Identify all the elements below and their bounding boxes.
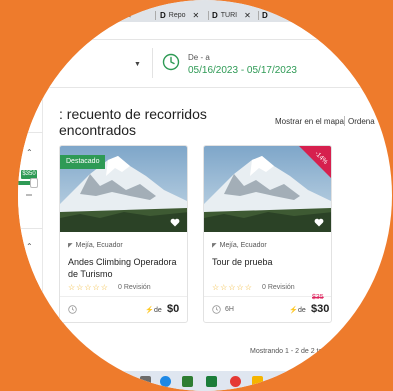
browser-tab-3[interactable]: D TURI ✕ [212,9,251,22]
show-on-map-link[interactable]: Mostrar en el mapa [275,117,344,126]
clock-icon [68,305,77,314]
store-icon[interactable] [182,376,193,387]
tour-title[interactable]: Tour de prueba [212,256,330,268]
sort-link[interactable]: Ordena [348,117,375,126]
results-heading: : recuento de recorridos encontrados [59,106,207,138]
price-prefix: de [298,307,306,314]
chevron-up-icon[interactable]: ⌃ [26,148,33,157]
close-icon[interactable]: ✕ [193,11,200,20]
divider [344,116,345,126]
star-rating: ☆☆☆☆☆ [212,283,253,292]
browser-tab-1[interactable]: ✕ [118,9,132,22]
close-icon[interactable]: ✕ [244,11,251,20]
map-pin-icon: ◤ [212,243,217,249]
pagination-summary: Mostrando 1 - 2 de 2 tours [250,348,333,355]
tour-location: ◤ Mejía, Ecuador [68,242,123,249]
clock-icon[interactable] [162,53,180,71]
browser-tab-strip: ✕ D Repo ✕ D TURI ✕ D [18,0,392,22]
browser-tab-4[interactable]: D [262,9,271,22]
os-taskbar [18,371,392,391]
featured-badge: Destacado [60,155,106,169]
tour-card[interactable]: -14% ◤ Mejía, Ecuador Tour de prueba ☆☆☆… [203,145,332,323]
date-range-value[interactable]: 05/16/2023 - 05/17/2023 [188,65,297,76]
file-explorer-icon[interactable] [140,376,151,387]
filter-sidebar: ⌃ $350 ⌃ [18,88,43,391]
tab-favicon-icon: D [212,11,218,20]
chevron-up-icon[interactable]: ⌃ [26,242,33,251]
tour-title[interactable]: Andes Climbing Operadora de Turismo [68,256,186,280]
chrome-icon[interactable] [230,376,241,387]
price-slider-handle[interactable] [30,178,38,188]
circular-viewport: ✕ D Repo ✕ D TURI ✕ D a=11 ▼ De - a 05/1… [18,0,392,391]
heart-icon[interactable] [314,218,324,227]
original-price: $35 [312,294,324,301]
excel-icon[interactable] [206,376,217,387]
tour-card[interactable]: Destacado ◤ Mejía, Ecuador Andes Climbin… [59,145,188,323]
address-bar[interactable]: a=11 [18,22,392,40]
browser-tab-2[interactable]: D Repo ✕ [160,9,199,22]
divider [152,48,153,78]
folder-icon[interactable] [252,376,263,387]
discount-ribbon: -14% [299,146,331,178]
review-count: 0 Revisión [262,284,295,291]
review-count: 0 Revisión [118,284,151,291]
tour-price: $0 [167,303,180,315]
tour-duration: 6H [225,306,234,313]
tab-favicon-icon: D [262,11,268,20]
tour-location: ◤ Mejía, Ecuador [212,242,267,249]
date-range-label: De - a [188,53,210,62]
price-prefix: de [154,307,162,314]
dropdown-arrow-icon[interactable]: ▼ [134,61,141,68]
divider [26,194,32,196]
edge-icon[interactable] [160,376,171,387]
tour-price: $30 [311,303,330,315]
tab-favicon-icon: D [160,11,166,20]
heart-icon[interactable] [170,218,180,227]
star-rating: ☆☆☆☆☆ [68,283,109,292]
url-text: a=11 [86,27,102,34]
map-pin-icon: ◤ [68,243,73,249]
filter-bar: ▼ De - a 05/16/2023 - 05/17/2023 [18,40,392,88]
clock-icon [212,305,221,314]
close-icon[interactable]: ✕ [125,11,132,20]
lightning-icon: ⚡ [289,307,298,314]
lightning-icon: ⚡ [145,307,154,314]
